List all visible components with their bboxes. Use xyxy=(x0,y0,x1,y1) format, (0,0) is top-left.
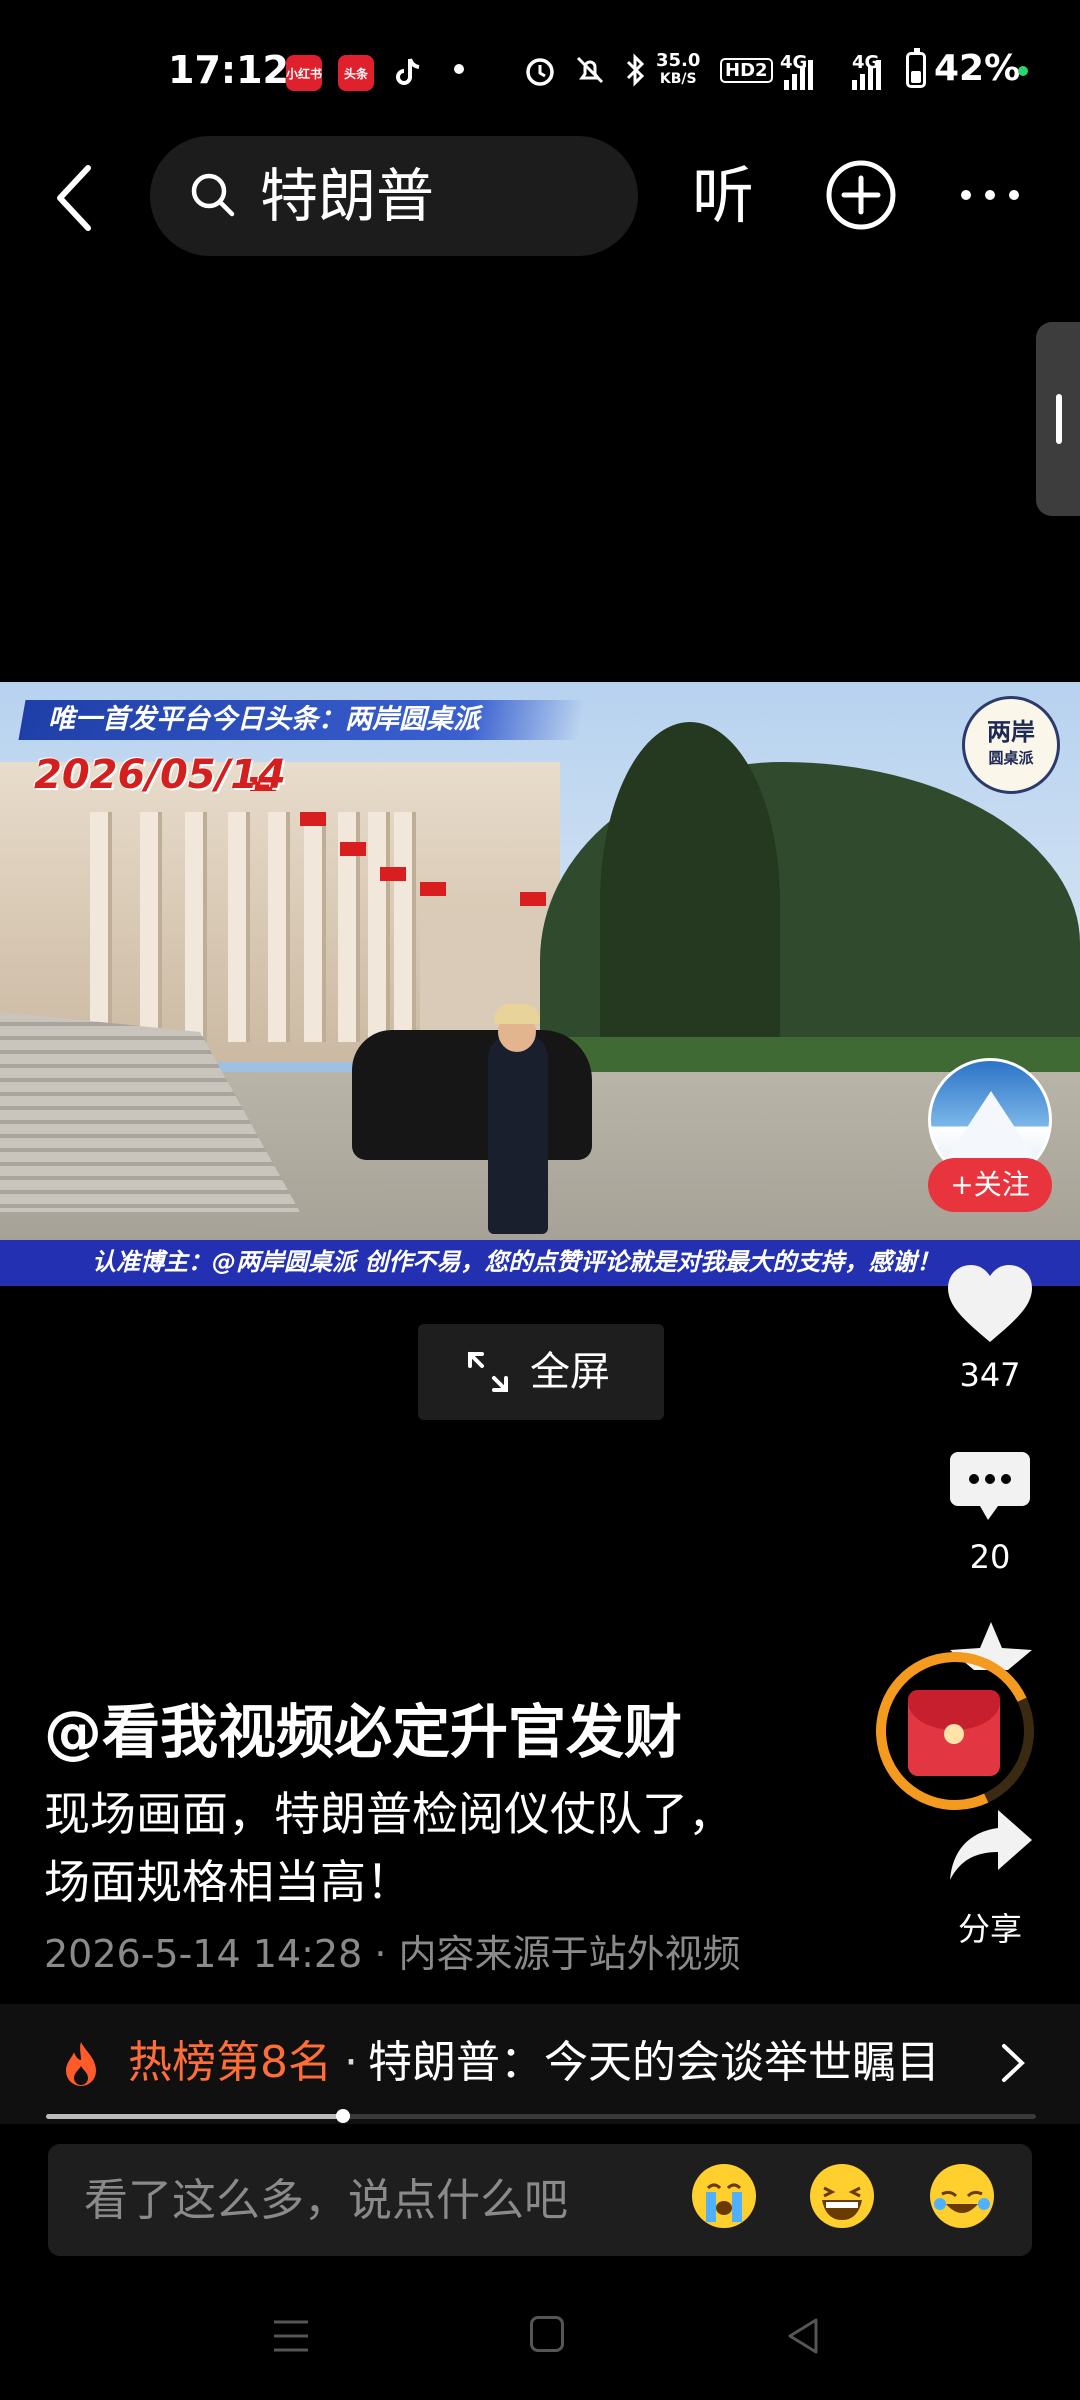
nav-back-button[interactable] xyxy=(782,2314,826,2358)
listen-button[interactable]: 听 xyxy=(692,156,754,236)
menu-lines-icon xyxy=(274,2320,308,2352)
mute-icon xyxy=(572,52,608,92)
recent-apps-button[interactable] xyxy=(272,2318,310,2354)
share-arrow-icon xyxy=(950,1810,1032,1880)
comment-bubble-icon xyxy=(950,1452,1030,1520)
bluetooth-icon xyxy=(622,52,650,92)
more-options-button[interactable] xyxy=(958,180,1022,210)
battery-percent: 42% xyxy=(934,48,1021,89)
share-label: 分享 xyxy=(957,1910,1022,1948)
toutiao-app-icon: 头条 xyxy=(338,55,374,91)
video-progress-thumb[interactable] xyxy=(336,2109,350,2123)
notification-dot-icon xyxy=(454,64,464,74)
channel-logo-line2: 圆桌派 xyxy=(988,749,1034,767)
video-progress-fill xyxy=(46,2114,343,2119)
post-description: 现场画面，特朗普检阅仪仗队了， 场面规格相当高！ xyxy=(44,1787,734,1909)
video-date-overlay: 2026/05/14 xyxy=(34,752,286,798)
mountain-image xyxy=(945,1091,1037,1161)
video-player[interactable]: 唯一首发平台今日头条：两岸圆桌派 2026/05/14 两岸 圆桌派 认准博主：… xyxy=(0,682,1080,1286)
video-tree xyxy=(600,722,780,1082)
hd-voice-badge: HD2 xyxy=(720,58,773,83)
share-button[interactable] xyxy=(948,1808,1034,1886)
hot-topic-title[interactable]: 特朗普：今天的会谈举世瞩目 xyxy=(368,2032,940,2094)
hot-separator: · xyxy=(344,2037,358,2088)
add-button[interactable] xyxy=(824,158,898,232)
comment-button[interactable] xyxy=(948,1450,1032,1528)
flame-icon xyxy=(62,2040,100,2088)
search-query-text[interactable]: 特朗普 xyxy=(260,160,434,232)
net-speed: 35.0 KB/S xyxy=(656,52,700,88)
alarm-icon xyxy=(522,52,558,92)
net-speed-unit: KB/S xyxy=(659,71,697,87)
more-dots-icon xyxy=(961,190,1019,200)
status-bar: 17:12 小红书 头条 35.0 KB/S HD2 4G 4G 42% xyxy=(0,0,1080,140)
xiaohongshu-app-icon: 小红书 xyxy=(286,55,322,91)
home-button[interactable] xyxy=(530,2316,564,2352)
follow-button[interactable]: +关注 xyxy=(928,1158,1052,1212)
battery-icon xyxy=(906,48,926,88)
triangle-back-icon xyxy=(788,2318,818,2354)
status-time: 17:12 xyxy=(168,48,289,92)
search-icon xyxy=(188,170,238,220)
comment-count: 20 xyxy=(969,1538,1011,1576)
fullscreen-label[interactable]: 全屏 xyxy=(530,1344,610,1400)
channel-logo: 两岸 圆桌派 xyxy=(962,696,1060,794)
red-packet-button[interactable] xyxy=(908,1690,1000,1776)
laughing-emoji-icon[interactable] xyxy=(810,2164,874,2228)
comment-placeholder[interactable]: 看了这么多，说点什么吧 xyxy=(84,2172,568,2230)
crying-emoji-icon[interactable] xyxy=(692,2164,756,2228)
signal-1-icon xyxy=(784,56,813,90)
post-meta: 2026-5-14 14:28 · 内容来源于站外视频 xyxy=(44,1932,741,1976)
plus-circle-icon xyxy=(826,160,896,230)
chevron-right-icon[interactable] xyxy=(998,2040,1028,2086)
hot-rank-label: 热榜第8名 xyxy=(128,2037,332,2088)
video-person-hair xyxy=(494,1004,540,1024)
back-button[interactable] xyxy=(50,158,100,238)
side-drawer-handle[interactable] xyxy=(1036,322,1080,516)
author-name[interactable]: @看我视频必定升官发财 xyxy=(44,1700,682,1764)
video-top-banner-text: 唯一首发平台今日头条：两岸圆桌派 xyxy=(48,704,480,735)
video-bottom-banner-text: 认准博主：@两岸圆桌派 创作不易，您的点赞评论就是对我最大的支持，感谢！ xyxy=(92,1248,941,1276)
net-speed-value: 35.0 xyxy=(656,50,701,71)
video-person xyxy=(488,1034,548,1234)
like-count: 347 xyxy=(959,1356,1021,1394)
expand-icon xyxy=(466,1350,510,1394)
tiktok-app-icon xyxy=(390,55,426,91)
channel-logo-line1: 两岸 xyxy=(987,718,1035,746)
rofl-emoji-icon[interactable] xyxy=(930,2164,994,2228)
heart-icon xyxy=(948,1265,1032,1342)
video-car xyxy=(352,1030,592,1160)
privacy-indicator-dot xyxy=(1018,66,1028,76)
like-button[interactable] xyxy=(944,1262,1036,1350)
signal-2-icon xyxy=(852,56,881,90)
